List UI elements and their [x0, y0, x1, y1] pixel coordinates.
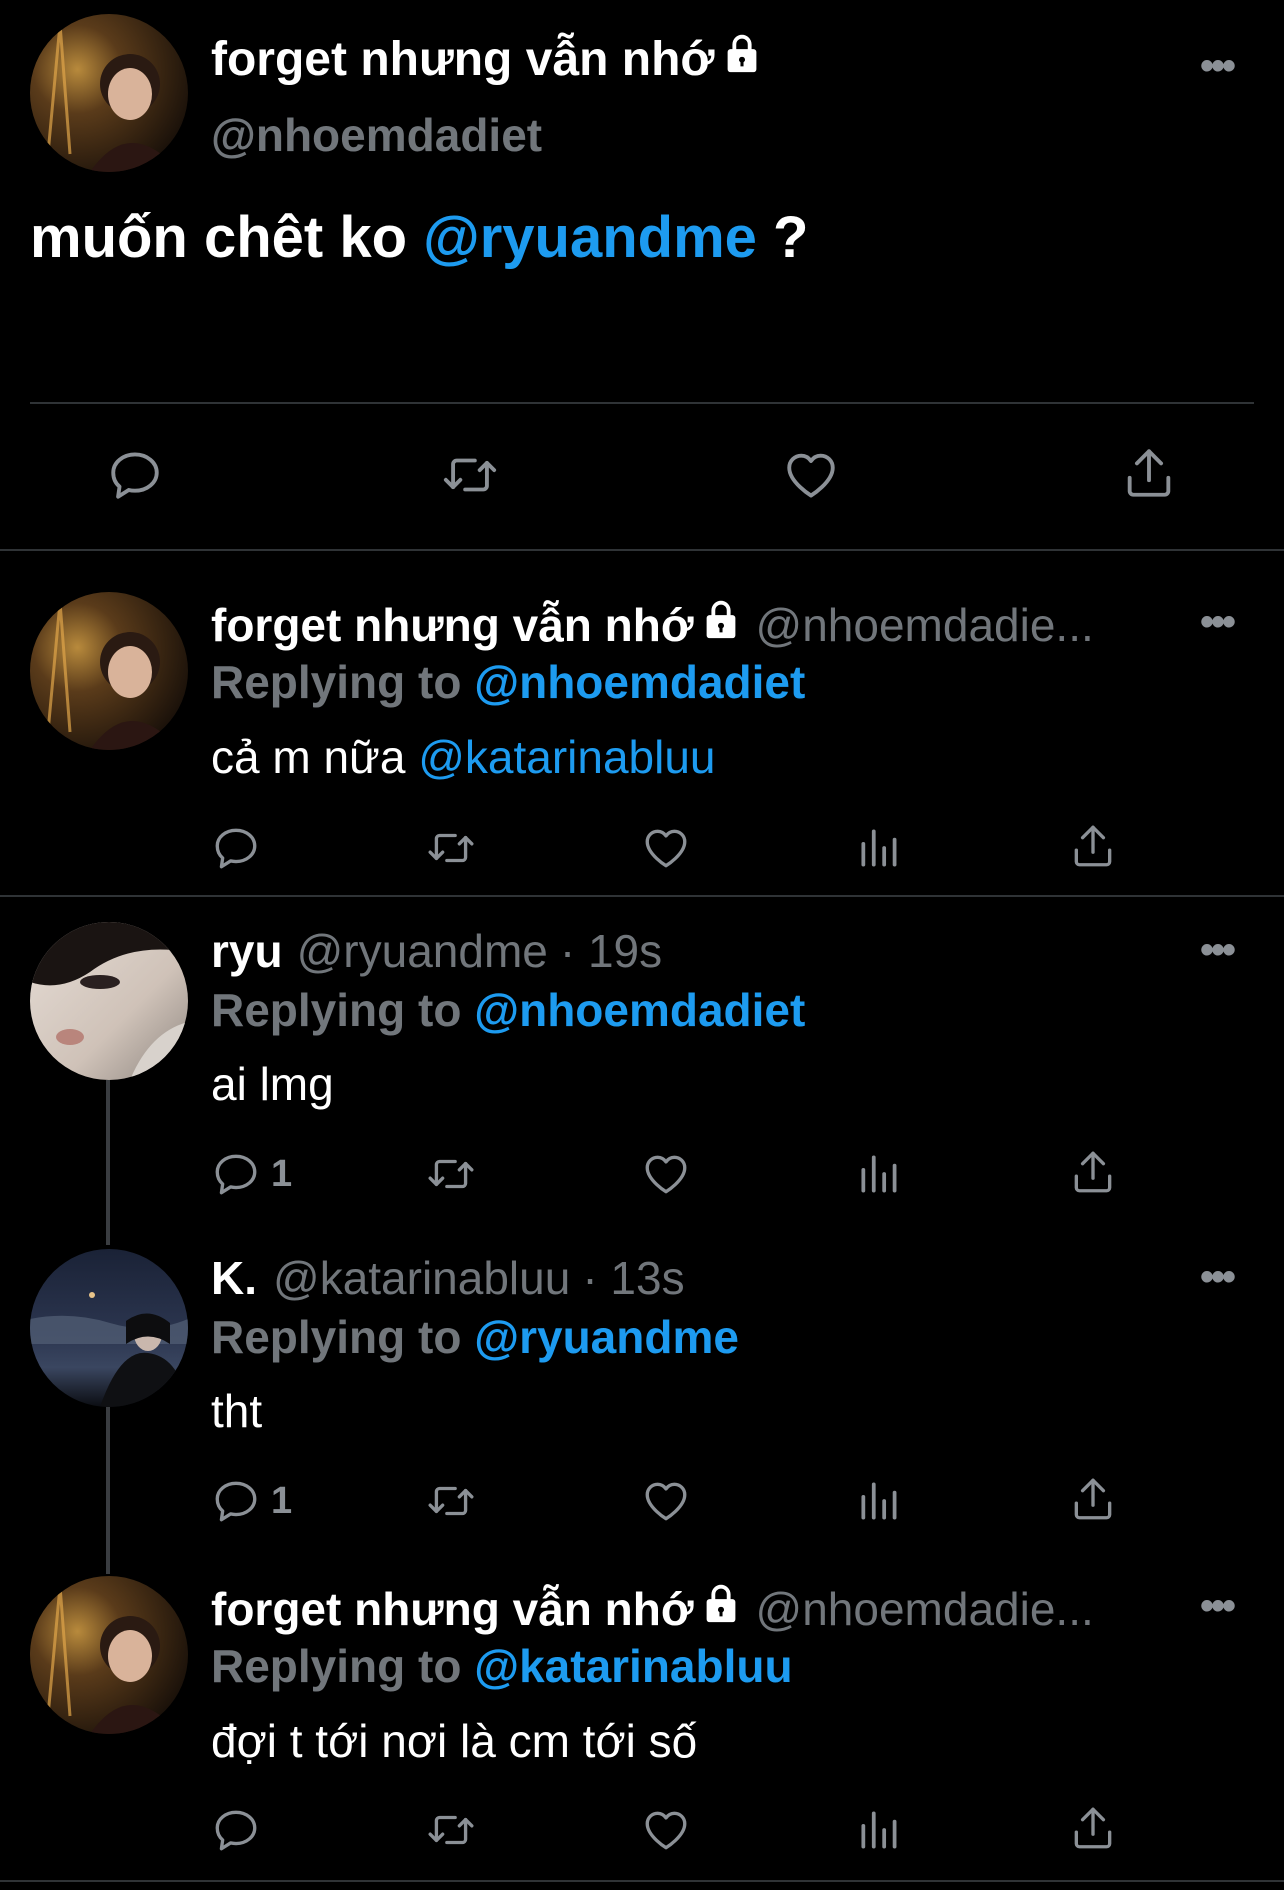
like-button[interactable]	[641, 1805, 691, 1855]
tweet-text-after: ?	[756, 205, 809, 270]
divider	[30, 402, 1254, 404]
tweet-text: muốn chêt ko @ryuandme ?	[30, 204, 808, 271]
divider	[0, 549, 1284, 551]
replying-label: Replying to	[211, 656, 462, 708]
display-name[interactable]: forget nhưng vẫn nhớ	[211, 32, 715, 87]
replying-to-link[interactable]: @nhoemdadiet	[474, 656, 805, 708]
avatar[interactable]	[30, 592, 188, 750]
replying-label: Replying to	[211, 1311, 462, 1363]
tweet-text-main: cả m nữa	[211, 731, 419, 783]
like-button[interactable]	[782, 446, 840, 504]
retweet-button[interactable]	[423, 1476, 479, 1526]
replying-to: Replying to @nhoemdadiet	[211, 983, 805, 1037]
replying-to-link[interactable]: @nhoemdadiet	[474, 984, 805, 1036]
lock-icon	[698, 1580, 744, 1637]
avatar[interactable]	[30, 922, 188, 1080]
tweet-header: forget nhưng vẫn nhớ @nhoemdadie...	[211, 1580, 1094, 1637]
display-name[interactable]: forget nhưng vẫn nhớ	[211, 598, 694, 652]
retweet-button[interactable]	[423, 1149, 479, 1199]
share-button[interactable]	[1120, 444, 1178, 502]
tweet-text: tht	[211, 1385, 263, 1437]
lock-icon	[719, 30, 765, 88]
thread-line	[106, 1407, 110, 1574]
timestamp[interactable]: · 19s	[560, 924, 662, 978]
retweet-button[interactable]	[423, 823, 479, 873]
handle[interactable]: @katarinabluu	[273, 1251, 570, 1305]
handle[interactable]: @nhoemdadie...	[756, 1582, 1094, 1636]
views-icon[interactable]	[855, 1476, 905, 1526]
like-button[interactable]	[641, 1149, 691, 1199]
retweet-button[interactable]	[423, 1805, 479, 1855]
timestamp[interactable]: · 13s	[582, 1251, 684, 1305]
retweet-button[interactable]	[438, 446, 502, 504]
more-icon[interactable]: •••	[1200, 1257, 1236, 1297]
avatar[interactable]	[30, 14, 188, 172]
reply-button[interactable]	[106, 446, 164, 504]
replying-to: Replying to @katarinabluu	[211, 1639, 793, 1693]
tweet-text: ai lmg	[211, 1058, 334, 1110]
share-button[interactable]	[1068, 1147, 1118, 1197]
handle[interactable]: @nhoemdadiet	[211, 108, 542, 162]
like-button[interactable]	[641, 1476, 691, 1526]
tweet-header: ryu @ryuandme · 19s	[211, 924, 662, 978]
views-icon[interactable]	[855, 1149, 905, 1199]
display-name[interactable]: K.	[211, 1251, 257, 1305]
tweet-header: forget nhưng vẫn nhớ @nhoemdadie...	[211, 596, 1094, 653]
tweet-text: cả m nữa @katarinabluu	[211, 730, 716, 784]
reply-count: 1	[271, 1479, 293, 1522]
share-button[interactable]	[1068, 821, 1118, 871]
replying-label: Replying to	[211, 1640, 462, 1692]
tweet-text-before: muốn chêt ko	[30, 205, 424, 270]
avatar[interactable]	[30, 1576, 188, 1734]
more-icon[interactable]: •••	[1200, 46, 1236, 86]
reply-button[interactable]	[211, 1805, 271, 1855]
replying-to-link[interactable]: @ryuandme	[474, 1311, 739, 1363]
reply-count: 1	[271, 1152, 293, 1195]
lock-icon	[698, 596, 744, 653]
reply-button[interactable]	[211, 823, 271, 873]
more-icon[interactable]: •••	[1200, 602, 1236, 642]
replying-label: Replying to	[211, 984, 462, 1036]
mention-link[interactable]: @katarinabluu	[418, 731, 715, 783]
tweet-header: K. @katarinabluu · 13s	[211, 1251, 685, 1305]
replying-to-link[interactable]: @katarinabluu	[474, 1640, 792, 1692]
more-icon[interactable]: •••	[1200, 930, 1236, 970]
divider	[0, 1880, 1284, 1882]
reply-button[interactable]: 1	[211, 1476, 292, 1526]
handle[interactable]: @nhoemdadie...	[756, 598, 1094, 652]
tweet-text: đợi t tới nơi là cm tới số	[211, 1715, 698, 1767]
views-icon[interactable]	[855, 823, 905, 873]
thread-line	[106, 1080, 110, 1245]
avatar[interactable]	[30, 1249, 188, 1407]
more-icon[interactable]: •••	[1200, 1586, 1236, 1626]
share-button[interactable]	[1068, 1474, 1118, 1524]
display-name[interactable]: forget nhưng vẫn nhớ	[211, 1582, 694, 1636]
divider	[0, 895, 1284, 897]
replying-to: Replying to @ryuandme	[211, 1310, 739, 1364]
like-button[interactable]	[641, 823, 691, 873]
share-button[interactable]	[1068, 1803, 1118, 1853]
mention-link[interactable]: @ryuandme	[423, 205, 757, 270]
replying-to: Replying to @nhoemdadiet	[211, 655, 805, 709]
handle[interactable]: @ryuandme	[297, 924, 548, 978]
views-icon[interactable]	[855, 1805, 905, 1855]
display-name[interactable]: ryu	[211, 924, 283, 978]
reply-button[interactable]: 1	[211, 1149, 292, 1199]
